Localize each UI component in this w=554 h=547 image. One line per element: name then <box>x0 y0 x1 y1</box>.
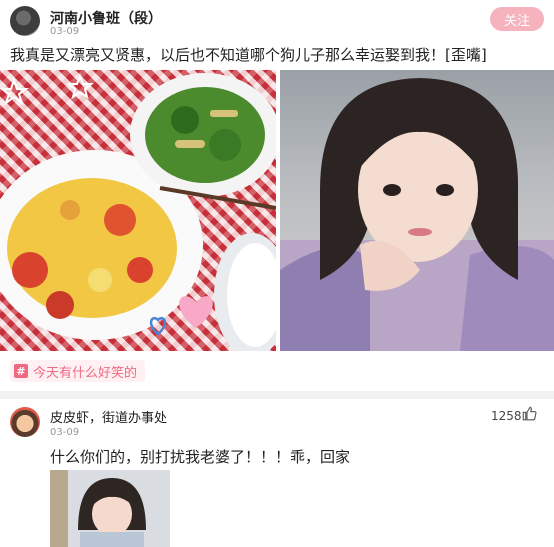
commenter-name[interactable]: 皮皮虾，街道办事处 <box>50 407 167 426</box>
portrait-illustration <box>280 78 554 351</box>
comment-text: 什么你们的，别打扰我老婆了！！！乖，回家 <box>50 448 351 466</box>
commenter-avatar[interactable] <box>10 407 40 437</box>
author-avatar[interactable] <box>10 6 40 36</box>
follow-button[interactable]: 关注 <box>490 7 544 31</box>
post-text: 我真是又漂亮又贤惠，以后也不知道哪个狗儿子那么幸运娶到我！[歪嘴] <box>10 46 487 64</box>
thumb-up-icon[interactable] <box>522 406 537 425</box>
comment-portrait-illustration <box>50 470 170 547</box>
comment-date: 03-09 <box>50 427 80 438</box>
food-illustration <box>0 73 276 351</box>
author-name[interactable]: 河南小鲁班（段） <box>50 8 162 28</box>
topic-tag[interactable]: # 今天有什么好笑的 <box>10 360 146 382</box>
comment-like-count: 1258 <box>491 409 522 423</box>
section-divider <box>0 391 554 399</box>
post-photo-selfie[interactable] <box>280 70 554 351</box>
comment-photo[interactable] <box>50 470 170 547</box>
post-date: 03-09 <box>50 26 80 37</box>
hash-icon: # <box>14 364 28 378</box>
topic-tag-label: 今天有什么好笑的 <box>33 365 138 381</box>
post-photo-food[interactable] <box>0 70 276 351</box>
